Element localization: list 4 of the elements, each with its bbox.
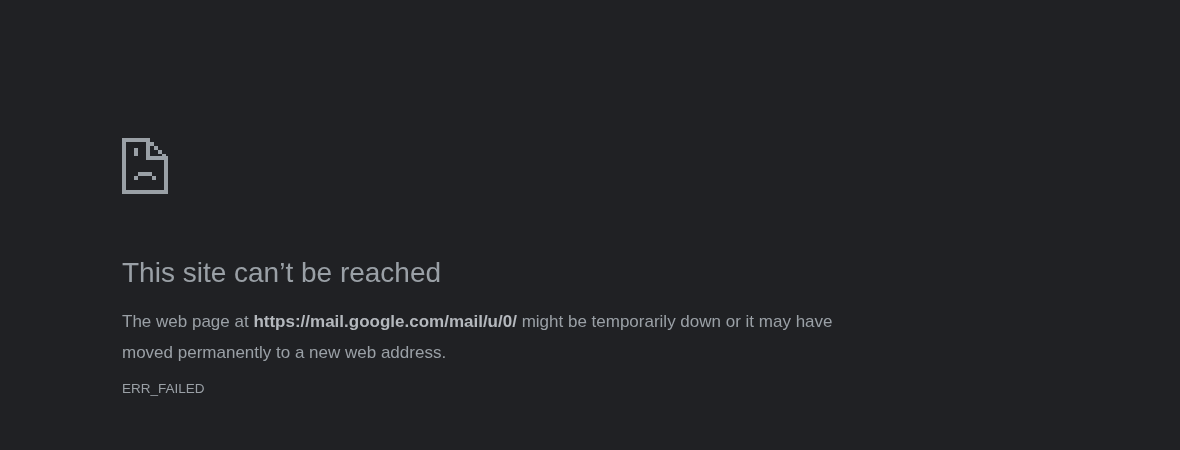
error-code: ERR_FAILED (122, 381, 206, 396)
error-heading: This site can’t be reached (122, 256, 443, 290)
error-message: The web page at https://mail.google.com/mail/u/0/ might be temporarily down or it may have moved permanently to a new web address. (122, 311, 834, 364)
sad-page-icon (122, 138, 168, 194)
